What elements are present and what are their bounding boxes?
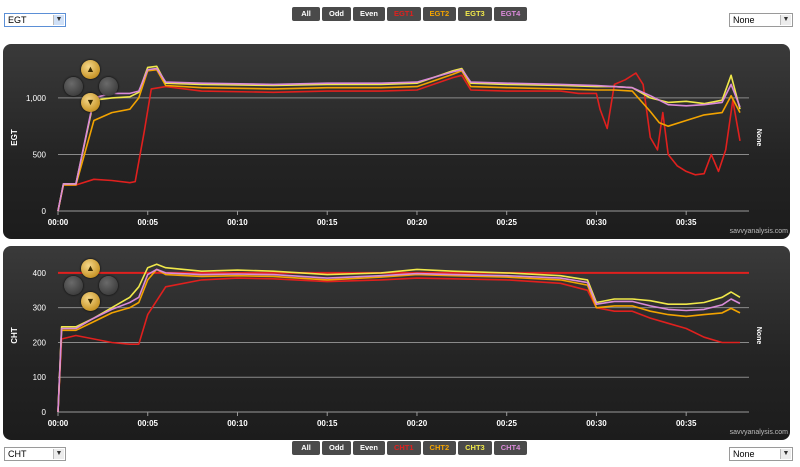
bottom-series-4-button[interactable]: CHT4 xyxy=(493,441,528,455)
chevron-down-icon: ▼ xyxy=(780,15,791,25)
top-odd-button[interactable]: Odd xyxy=(322,7,351,21)
x-tick-label: 00:10 xyxy=(227,419,248,428)
x-tick-label: 00:35 xyxy=(676,218,697,227)
chevron-down-icon: ▼ xyxy=(53,15,64,25)
y-tick-label: 500 xyxy=(33,150,47,159)
bottom-all-button[interactable]: All xyxy=(292,441,320,455)
x-tick-label: 00:30 xyxy=(586,419,607,428)
y-tick-label: 200 xyxy=(33,338,47,347)
cht-chart-panel: 0 100 200 300 400 00:00 00:05 00:10 00:15 00:20 00… xyxy=(3,246,790,440)
y-axis-label: EGT xyxy=(10,129,19,146)
top-secondary-select[interactable]: None ▼ xyxy=(729,13,793,27)
arrow-up-icon: ▲ xyxy=(86,263,95,273)
right-axis-label: None xyxy=(755,327,762,345)
y-tick-label: 0 xyxy=(42,207,47,216)
y-tick-label: 0 xyxy=(42,408,47,417)
bottom-series-2-button[interactable]: CHT2 xyxy=(422,441,457,455)
series-line-2 xyxy=(57,268,741,413)
y-tick-label: 1,000 xyxy=(26,94,47,103)
top-even-button[interactable]: Even xyxy=(353,7,385,21)
y-tick-label: 400 xyxy=(33,269,47,278)
top-all-button[interactable]: All xyxy=(292,7,320,21)
x-tick-label: 00:10 xyxy=(227,218,248,227)
arrow-right-icon xyxy=(99,276,118,295)
right-axis-label: None xyxy=(755,129,762,147)
series-line-1 xyxy=(57,277,740,413)
top-series-4-button[interactable]: EGT4 xyxy=(493,7,528,21)
cht-chart: 0 100 200 300 400 00:00 00:05 00:10 00:15 00:20 00… xyxy=(10,263,789,436)
bottom-series-3-button[interactable]: CHT3 xyxy=(458,441,492,455)
pan-down-button[interactable]: ▼ xyxy=(81,93,100,112)
y-axis-label: CHT xyxy=(10,327,19,344)
x-tick-label: 00:20 xyxy=(407,419,428,428)
top-series-buttons: All Odd Even EGT1 EGT2 EGT3 EGT4 xyxy=(292,7,528,21)
x-tick-label: 00:00 xyxy=(48,218,69,227)
pan-control: ▲ ▼ xyxy=(64,259,118,313)
x-tick-label: 00:25 xyxy=(496,419,517,428)
pan-control: ▲ ▼ xyxy=(64,60,118,114)
x-tick-label: 00:30 xyxy=(586,218,607,227)
watermark-label: savvyanalysis.com xyxy=(730,429,789,436)
egt-chart: 0 500 1,000 00:00 00:05 00:10 00:15 00:20 00:25 0… xyxy=(10,65,789,235)
bottom-parameter-select[interactable]: CHT ▼ xyxy=(4,447,66,461)
x-tick-label: 00:05 xyxy=(138,419,159,428)
arrow-down-icon: ▼ xyxy=(86,97,95,107)
bottom-secondary-select[interactable]: None ▼ xyxy=(729,447,793,461)
arrow-right-icon xyxy=(99,77,118,96)
bottom-series-1-button[interactable]: CHT1 xyxy=(386,441,421,455)
y-tick-label: 100 xyxy=(33,373,47,382)
bottom-secondary-select-value: None xyxy=(733,449,755,459)
pan-right-button[interactable] xyxy=(99,276,118,295)
chevron-down-icon: ▼ xyxy=(53,449,64,459)
egt-chart-panel: 0 500 1,000 00:00 00:05 00:10 00:15 00:20 00:25 0… xyxy=(3,44,790,239)
pan-up-button[interactable]: ▲ xyxy=(81,259,100,278)
top-series-3-button[interactable]: EGT3 xyxy=(458,7,492,21)
x-tick-label: 00:05 xyxy=(138,218,159,227)
top-series-2-button[interactable]: EGT2 xyxy=(422,7,457,21)
pan-down-button[interactable]: ▼ xyxy=(81,292,100,311)
bottom-odd-button[interactable]: Odd xyxy=(322,441,351,455)
arrow-down-icon: ▼ xyxy=(86,296,95,306)
top-series-1-button[interactable]: EGT1 xyxy=(386,7,421,21)
chevron-down-icon: ▼ xyxy=(780,449,791,459)
series-line-4 xyxy=(57,268,741,413)
top-parameter-select-value: EGT xyxy=(8,15,27,25)
x-tick-label: 00:20 xyxy=(407,218,428,227)
x-tick-label: 00:15 xyxy=(317,218,338,227)
x-tick-label: 00:00 xyxy=(48,419,69,428)
bottom-parameter-select-value: CHT xyxy=(8,449,27,459)
arrow-up-icon: ▲ xyxy=(86,64,95,74)
x-tick-label: 00:35 xyxy=(676,419,697,428)
series-line-1 xyxy=(57,72,741,212)
top-secondary-select-value: None xyxy=(733,15,755,25)
y-tick-label: 300 xyxy=(33,304,47,313)
x-tick-label: 00:25 xyxy=(496,218,517,227)
x-tick-label: 00:15 xyxy=(317,419,338,428)
series-line-3 xyxy=(57,263,741,413)
pan-right-button[interactable] xyxy=(99,77,118,96)
bottom-even-button[interactable]: Even xyxy=(353,441,385,455)
top-parameter-select[interactable]: EGT ▼ xyxy=(4,13,66,27)
bottom-series-buttons: All Odd Even CHT1 CHT2 CHT3 CHT4 xyxy=(292,441,528,455)
pan-up-button[interactable]: ▲ xyxy=(81,60,100,79)
watermark-label: savvyanalysis.com xyxy=(730,228,789,235)
